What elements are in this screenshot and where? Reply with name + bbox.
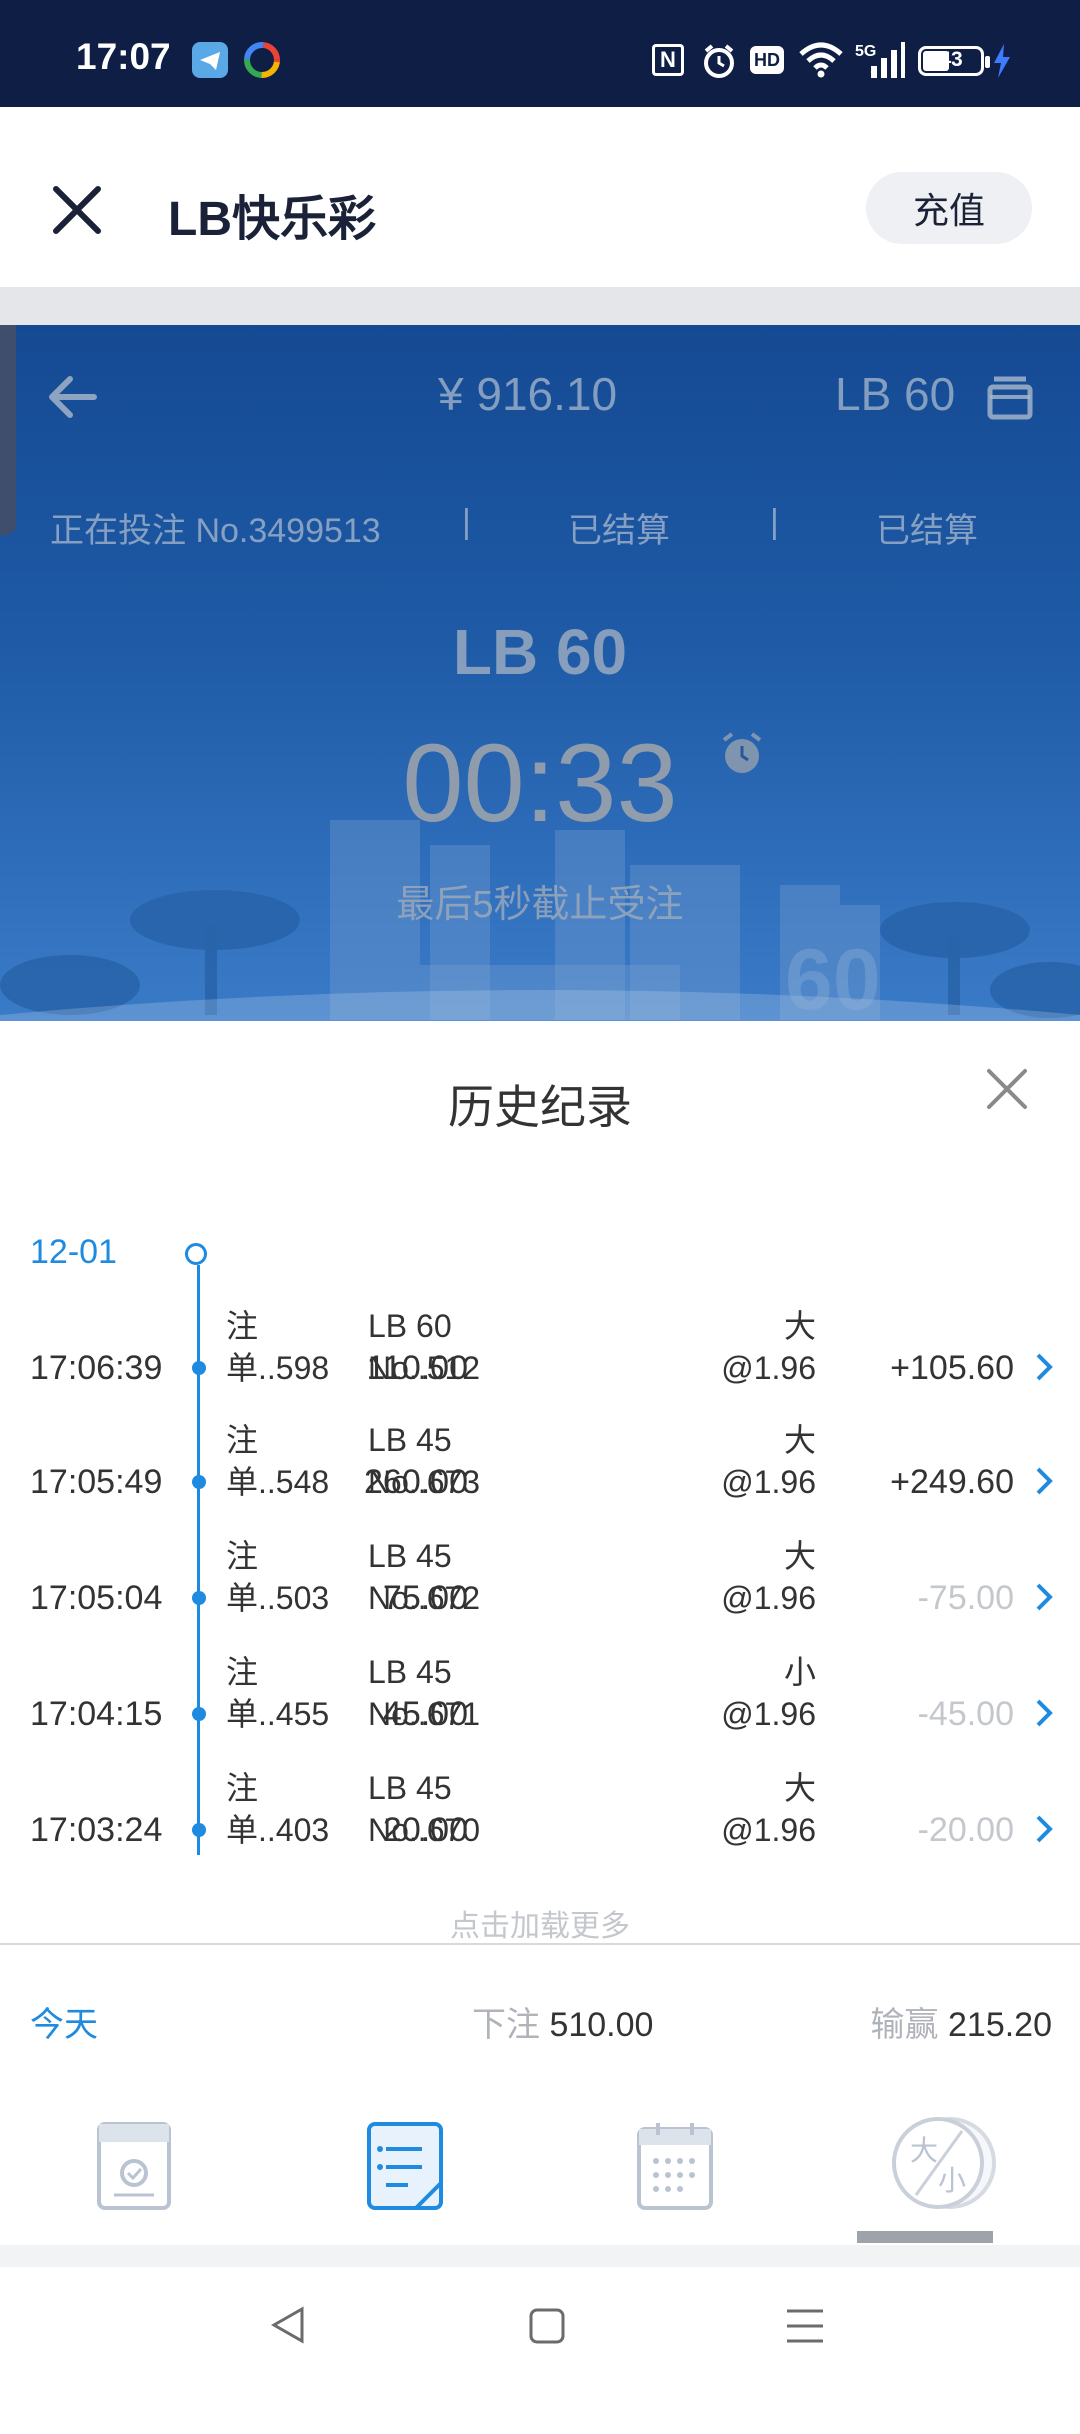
balance-amount: ¥ 916.10 bbox=[438, 368, 618, 420]
timeline-dot bbox=[192, 1591, 206, 1605]
row-amount: 20.00 bbox=[382, 1811, 468, 1849]
row-order: 注单..403 bbox=[226, 1770, 330, 1848]
row-amount: 260.00 bbox=[364, 1463, 468, 1501]
tab-big-small-icon[interactable]: 大 小 bbox=[888, 2115, 1008, 2215]
countdown-timer: 00:33 bbox=[402, 722, 678, 845]
row-time: 17:04:15 bbox=[30, 1695, 163, 1733]
hd-icon: HD bbox=[750, 46, 784, 74]
charging-icon bbox=[992, 44, 1012, 83]
row-result: -45.00 bbox=[917, 1695, 1014, 1733]
game-panel: ¥ 916.10 LB 60 正在投注 No.3499513 | 已结算 | 已… bbox=[0, 325, 1080, 1021]
nav-menu-icon[interactable] bbox=[785, 2307, 825, 2350]
close-icon[interactable] bbox=[50, 183, 104, 242]
cutoff-notice: 最后5秒截止受注 bbox=[396, 884, 684, 926]
timeline-dot bbox=[192, 1475, 206, 1489]
row-result: +105.60 bbox=[890, 1349, 1014, 1387]
close-icon[interactable] bbox=[985, 1067, 1029, 1116]
row-amount: 45.00 bbox=[382, 1695, 468, 1733]
timeline-dot bbox=[192, 1361, 206, 1375]
tab-history-list-icon[interactable] bbox=[366, 2121, 444, 2216]
summary-win: 输赢 215.20 bbox=[870, 2006, 1052, 2044]
history-row[interactable]: 17:06:39 注单..598 LB 60 No..512 110.00 大 @1… bbox=[0, 1301, 1080, 1413]
battery-level: 43 bbox=[939, 48, 963, 71]
watermark-number: 60 bbox=[785, 932, 881, 1021]
row-order: 注单..598 bbox=[226, 1308, 330, 1386]
row-time: 17:03:24 bbox=[30, 1811, 163, 1849]
system-nav-bar bbox=[0, 2245, 1080, 2434]
nav-back-icon[interactable] bbox=[268, 2305, 308, 2350]
wifi-icon bbox=[798, 40, 844, 83]
row-pick: 大 @1.96 bbox=[721, 1770, 816, 1848]
page-title: LB快乐彩 bbox=[168, 193, 376, 246]
row-amount: 110.00 bbox=[366, 1349, 468, 1387]
row-pick: 大 @1.96 bbox=[721, 1422, 816, 1500]
row-result: -75.00 bbox=[917, 1579, 1014, 1617]
row-result: +249.60 bbox=[890, 1463, 1014, 1501]
status-divider: | bbox=[462, 503, 471, 541]
history-date: 12-01 bbox=[30, 1233, 117, 1271]
timeline-dot bbox=[192, 1823, 206, 1837]
side-handle[interactable] bbox=[0, 325, 16, 535]
history-row[interactable]: 17:04:15 注单..455 LB 45 No..671 45.00 小 @1.… bbox=[0, 1647, 1080, 1759]
row-result: -20.00 bbox=[917, 1811, 1014, 1849]
row-time: 17:05:04 bbox=[30, 1579, 163, 1617]
summary-bar: 今天 下注 510.00 输赢 215.20 bbox=[0, 1943, 1080, 2091]
nav-home-icon[interactable] bbox=[528, 2307, 566, 2350]
svg-text:5G: 5G bbox=[855, 43, 876, 60]
telegram-icon bbox=[192, 42, 228, 78]
history-row[interactable]: 17:03:24 注单..403 LB 45 No..670 20.00 大 @1.… bbox=[0, 1763, 1080, 1875]
row-amount: 75.00 bbox=[382, 1579, 468, 1617]
history-row[interactable]: 17:05:49 注单..548 LB 45 No..673 260.00 大 @1… bbox=[0, 1415, 1080, 1527]
summary-bet: 下注 510.00 bbox=[472, 2006, 654, 2044]
round-status-settled: 已结算 bbox=[876, 512, 978, 550]
chevron-right-icon[interactable] bbox=[1034, 1697, 1054, 1734]
chevron-right-icon[interactable] bbox=[1034, 1581, 1054, 1618]
big-label: 大 bbox=[910, 2135, 939, 2166]
alarm-clock-icon bbox=[718, 730, 766, 783]
history-title: 历史纪录 bbox=[448, 1081, 632, 1133]
tab-calendar-icon[interactable] bbox=[636, 2121, 714, 2216]
game-name: LB 60 bbox=[835, 368, 956, 420]
chevron-right-icon[interactable] bbox=[1034, 1351, 1054, 1388]
chevron-right-icon[interactable] bbox=[1034, 1813, 1054, 1850]
wallet-icon[interactable] bbox=[986, 373, 1034, 426]
summary-period[interactable]: 今天 bbox=[30, 1997, 98, 2046]
current-round-status: 正在投注 No.3499513 bbox=[50, 512, 381, 550]
alarm-icon bbox=[700, 42, 738, 85]
row-pick: 小 @1.96 bbox=[721, 1654, 816, 1732]
row-order: 注单..455 bbox=[226, 1654, 330, 1732]
chevron-right-icon[interactable] bbox=[1034, 1465, 1054, 1502]
row-pick: 大 @1.96 bbox=[721, 1308, 816, 1386]
app-header: LB快乐彩 充值 bbox=[0, 107, 1080, 287]
game-title-large: LB 60 bbox=[452, 616, 628, 688]
row-pick: 大 @1.96 bbox=[721, 1538, 816, 1616]
history-row[interactable]: 17:05:04 注单..503 LB 45 No..672 75.00 大 @1.… bbox=[0, 1531, 1080, 1643]
row-order: 注单..548 bbox=[226, 1422, 330, 1500]
tab-indicator bbox=[857, 2231, 993, 2243]
battery-icon: 43 bbox=[918, 46, 990, 76]
signal-5g-icon: 5G bbox=[855, 40, 905, 85]
timeline-dot bbox=[192, 1707, 206, 1721]
round-status-settled: 已结算 bbox=[568, 512, 670, 550]
nfc-icon: N bbox=[652, 44, 684, 76]
app-notification-icon bbox=[244, 42, 280, 78]
status-divider: | bbox=[770, 503, 779, 541]
divider bbox=[0, 287, 1080, 327]
status-bar: 17:07 N HD 5G 43 bbox=[0, 0, 1080, 107]
row-time: 17:06:39 bbox=[30, 1349, 163, 1387]
back-arrow-icon[interactable] bbox=[44, 367, 104, 432]
tab-bet-slip-icon[interactable] bbox=[96, 2121, 172, 2216]
small-label: 小 bbox=[938, 2165, 967, 2196]
row-order: 注单..503 bbox=[226, 1538, 330, 1616]
timeline-start-node bbox=[185, 1243, 207, 1265]
load-more-button[interactable]: 点击加载更多 bbox=[0, 1901, 1080, 1945]
status-time: 17:07 bbox=[76, 36, 171, 77]
bottom-tab-bar: 大 小 bbox=[0, 2089, 1080, 2245]
row-time: 17:05:49 bbox=[30, 1463, 163, 1501]
recharge-button[interactable]: 充值 bbox=[866, 172, 1032, 244]
